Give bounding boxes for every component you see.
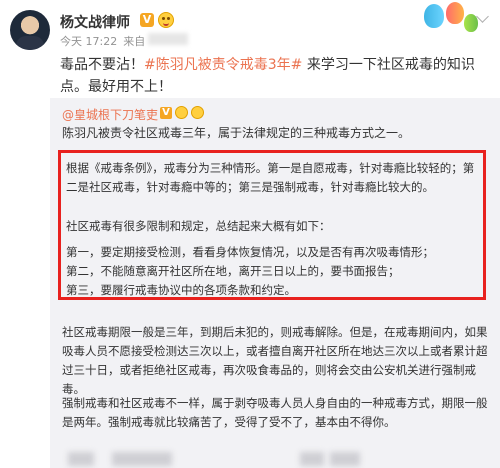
chevron-down-icon[interactable] xyxy=(476,10,489,23)
retweet-point-2: 第二，不能随意离开社区所在地，离开三日以上的，要书面报告； xyxy=(66,264,400,278)
balloon-decoration-icon xyxy=(446,2,464,24)
retweet-paragraph-2: 社区戒毒有很多限制和规定，总结起来大概有如下： xyxy=(66,219,331,233)
avatar[interactable] xyxy=(10,10,50,50)
post-source-blurred xyxy=(148,33,188,45)
retweet-intro: 陈羽凡被责令社区戒毒三年，属于法律规定的三种戒毒方式之一。 xyxy=(62,126,411,140)
blurred-content xyxy=(112,452,172,466)
retweet-points: 第一，要定期接受检测，看看身体恢复情况，以及是否有再次吸毒情形； 第二，不能随意… xyxy=(66,243,482,300)
verified-badge-icon: V xyxy=(140,13,154,27)
post-time[interactable]: 今天 17:22 xyxy=(60,35,117,48)
retweet-author-link[interactable]: @皇城根下刀笔吏 xyxy=(62,106,158,123)
post-text-before: 毒品不要沾！ xyxy=(60,57,144,73)
post-meta: 今天 17:22 来自 xyxy=(60,33,151,49)
post-text: 毒品不要沾！#陈羽凡被责令戒毒3年# 来学习一下社区戒毒的知识点。最好用不上！ xyxy=(60,54,492,98)
retweet-point-3: 第三，要履行戒毒协议中的各项条款和约定。 xyxy=(66,283,296,297)
retweet-paragraph-4: 强制戒毒和社区戒毒不一样，属于剥夺吸毒人员人身自由的一种戒毒方式，期限一般是两年… xyxy=(62,396,488,429)
retweet-emoji-badge-icon xyxy=(191,106,204,119)
author-name[interactable]: 杨文战律师 xyxy=(60,12,130,32)
retweet-paragraph-3: 社区戒毒期限一般是三年，到期后未犯的，则戒毒解除。但是，在戒毒期间内，如果吸毒人… xyxy=(62,325,488,396)
retweet-verified-badge-icon: V xyxy=(160,107,172,119)
blurred-content xyxy=(68,452,94,466)
balloon-decoration-icon xyxy=(424,4,444,28)
post-source-prefix: 来自 xyxy=(123,35,146,48)
retweet-paragraph-1: 根据《戒毒条例》，戒毒分为三种情形。第一是自愿戒毒，针对毒瘾比较轻的；第二是社区… xyxy=(66,161,475,194)
retweet-emoji-badge-icon xyxy=(175,106,188,119)
retweet-point-1: 第一，要定期接受检测，看看身体恢复情况，以及是否有再次吸毒情形； xyxy=(66,245,434,259)
hashtag-link[interactable]: #陈羽凡被责令戒毒3年# xyxy=(144,57,302,73)
emoji-badge-icon xyxy=(158,12,174,28)
blurred-content xyxy=(330,452,360,466)
blurred-content xyxy=(300,452,324,466)
